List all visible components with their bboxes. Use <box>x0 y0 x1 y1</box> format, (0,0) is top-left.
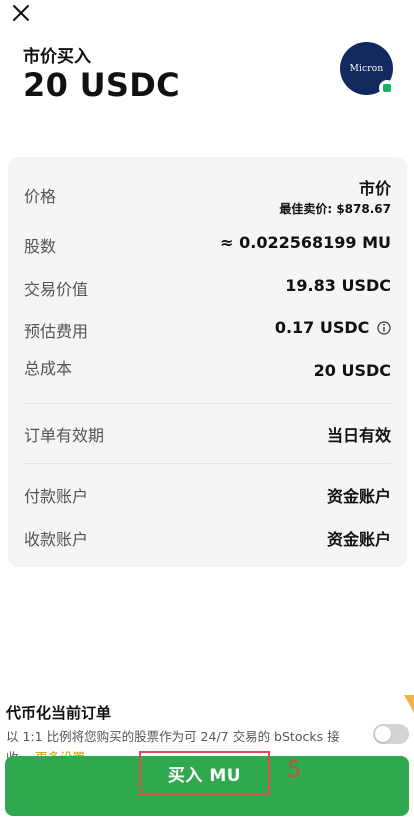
receive-account-label: 收款账户 <box>24 530 89 549</box>
total-cost-value: 20 USDC <box>313 361 391 380</box>
estimated-fee-value: 0.17 USDC <box>274 318 370 337</box>
divider <box>24 403 391 404</box>
buy-button[interactable]: 买入 MU <box>5 751 409 816</box>
pay-account-value: 资金账户 <box>326 487 391 506</box>
order-details-card: 价格 市价 最佳卖价: $878.67 股数 ≈ 0.022568199 MU … <box>8 157 407 567</box>
logo-text: Micron <box>349 63 384 74</box>
status-badge <box>379 80 395 96</box>
pay-account-label: 付款账户 <box>24 487 89 506</box>
divider <box>24 463 391 464</box>
tokenize-title: 代币化当前订单 <box>6 704 112 722</box>
info-icon[interactable] <box>377 321 391 335</box>
receive-account-value: 资金账户 <box>326 530 391 549</box>
best-ask-price: 最佳卖价: $878.67 <box>279 202 391 216</box>
price-label: 价格 <box>24 187 57 206</box>
estimated-fee-value-wrap: 0.17 USDC <box>275 318 391 337</box>
trade-value-label: 交易价值 <box>24 280 89 299</box>
micron-logo: Micron <box>340 42 395 96</box>
buy-button-label: 买入 MU <box>167 765 242 786</box>
toggle-knob <box>375 726 391 742</box>
validity-label: 订单有效期 <box>24 426 105 445</box>
order-amount: 20 USDC <box>23 66 180 104</box>
total-cost-label: 总成本 <box>24 359 73 378</box>
close-icon <box>13 5 29 21</box>
tokenize-toggle[interactable] <box>373 724 409 744</box>
price-value: 市价 <box>358 179 391 198</box>
order-type-label: 市价买入 <box>23 47 91 67</box>
shares-value: ≈ 0.022568199 MU <box>220 233 391 252</box>
decorative-corner <box>404 695 414 713</box>
validity-value: 当日有效 <box>326 426 391 445</box>
highlight-box: 买入 MU <box>139 751 270 795</box>
estimated-fee-label: 预估费用 <box>24 322 89 341</box>
annotation-number: 5 <box>287 758 301 783</box>
shares-label: 股数 <box>24 237 57 256</box>
trade-value: 19.83 USDC <box>285 276 391 295</box>
close-button[interactable] <box>10 2 32 24</box>
